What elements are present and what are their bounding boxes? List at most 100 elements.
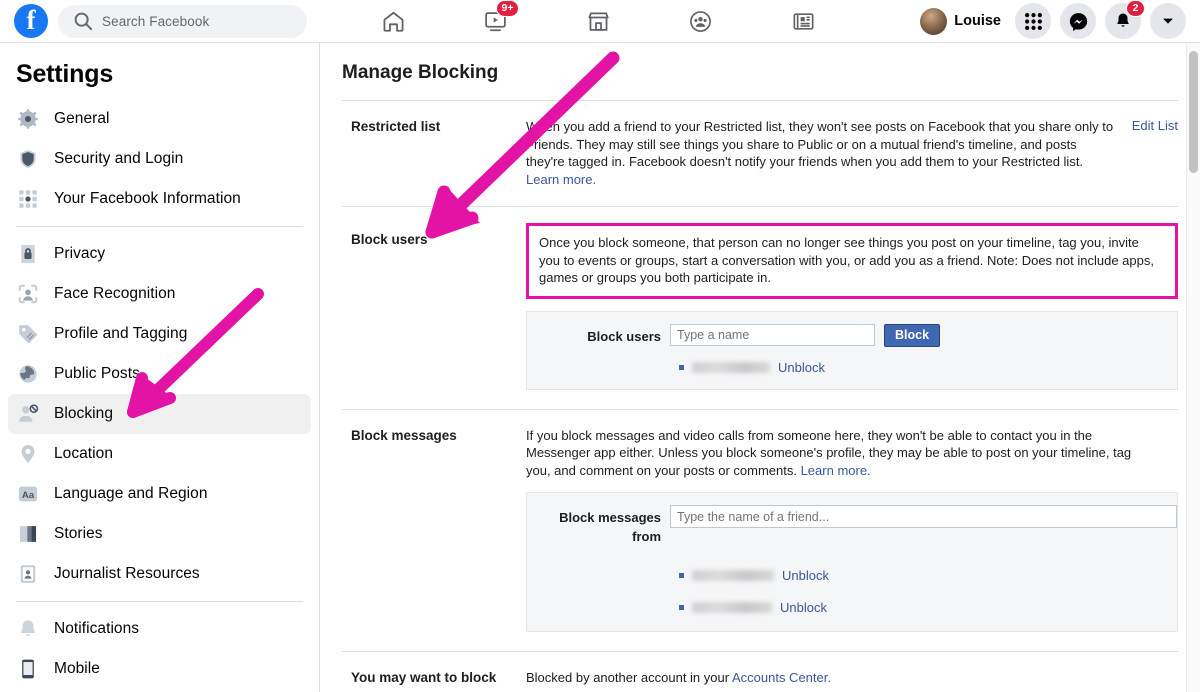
- sidebar-item-security-and-login[interactable]: Security and Login: [8, 139, 311, 179]
- avatar: [920, 7, 948, 35]
- aa-icon: Aa: [18, 486, 38, 502]
- sidebar-item-label: Notifications: [54, 620, 140, 637]
- face-scan-icon: [18, 284, 38, 304]
- sidebar-item-general[interactable]: General: [8, 99, 311, 139]
- gear-icon: [18, 109, 38, 129]
- restricted-list-learn-more-link[interactable]: Learn more.: [526, 172, 596, 187]
- top-navigation-bar: Search Facebook 9+: [0, 0, 1200, 43]
- scrollbar-thumb[interactable]: [1189, 51, 1198, 173]
- sidebar-item-mobile[interactable]: Mobile: [8, 649, 311, 689]
- marketplace-glyph: [587, 11, 609, 31]
- search-input[interactable]: Search Facebook: [58, 4, 307, 38]
- marketplace-icon[interactable]: [581, 5, 615, 37]
- sidebar-title: Settings: [16, 60, 114, 88]
- sidebar-item-your-facebook-information[interactable]: Your Facebook Information: [8, 179, 311, 219]
- menu-grid-icon[interactable]: [1015, 3, 1051, 39]
- sidebar-item-location[interactable]: Location: [8, 434, 311, 474]
- nav-left-group: Search Facebook: [0, 4, 330, 38]
- sidebar-item-label: Mobile: [54, 660, 100, 677]
- unblock-link[interactable]: Unblock: [782, 568, 829, 583]
- sidebar-item-label: Face Recognition: [54, 285, 176, 302]
- sidebar-item-language-and-region[interactable]: Aa Language and Region: [8, 474, 311, 514]
- sidebar-item-label: Stories: [54, 525, 103, 542]
- profile-chip[interactable]: Louise: [920, 7, 1001, 35]
- restricted-list-description-text: When you add a friend to your Restricted…: [526, 119, 1114, 169]
- lock-icon: [21, 244, 35, 264]
- bell-icon: [20, 620, 36, 637]
- home-glyph: [383, 11, 403, 32]
- sidebar-item-label: Language and Region: [54, 485, 208, 502]
- block-messages-field-row: Block messages from: [527, 505, 1177, 546]
- sidebar-item-notifications[interactable]: Notifications: [8, 609, 311, 649]
- block-messages-description: If you block messages and video calls fr…: [526, 427, 1178, 480]
- press-badge-icon: [20, 565, 36, 583]
- blocked-user-name-redacted: [692, 361, 770, 373]
- block-messages-input[interactable]: [670, 505, 1177, 528]
- section-label: Restricted list: [351, 119, 441, 134]
- block-users-description: Once you block someone, that person can …: [539, 235, 1154, 285]
- sidebar-group-account: General Security and Login Your Facebook…: [0, 99, 319, 219]
- nav-right-group: Louise 2: [920, 0, 1200, 39]
- sidebar-item-journalist-resources[interactable]: Journalist Resources: [8, 554, 311, 594]
- groups-icon[interactable]: [684, 5, 718, 37]
- menu-grid-glyph: [1024, 12, 1042, 30]
- page-title: Manage Blocking: [342, 62, 499, 83]
- sidebar-item-stories[interactable]: Stories: [8, 514, 311, 554]
- sidebar-item-label: Security and Login: [54, 150, 184, 167]
- sidebar-item-label: Profile and Tagging: [54, 325, 188, 342]
- nav-center-group: 9+: [348, 0, 848, 37]
- sidebar-divider-2: [16, 601, 303, 602]
- block-users-input[interactable]: [670, 323, 875, 346]
- watch-icon[interactable]: 9+: [479, 0, 520, 37]
- sidebar-item-blocking[interactable]: Blocking: [8, 394, 311, 434]
- account-chevron-icon[interactable]: [1150, 3, 1186, 39]
- unblock-link[interactable]: Unblock: [780, 600, 827, 615]
- sidebar-item-face-recognition[interactable]: Face Recognition: [8, 274, 311, 314]
- facebook-logo[interactable]: [14, 4, 48, 38]
- globe-icon: [19, 365, 37, 383]
- blocked-message-entry: Unblock: [527, 568, 1177, 583]
- sidebar-item-label: Public Posts: [54, 365, 140, 382]
- block-users-field-row: Block users Block: [527, 323, 1177, 347]
- block-messages-learn-more-link[interactable]: Learn more.: [801, 463, 871, 478]
- grid-dots-icon: [19, 190, 37, 208]
- news-glyph: [793, 12, 814, 30]
- main-content: Manage Blocking Restricted list When you…: [320, 43, 1200, 692]
- pin-icon: [21, 445, 35, 463]
- sidebar-item-privacy[interactable]: Privacy: [8, 234, 311, 274]
- profile-name: Louise: [954, 13, 1001, 29]
- news-icon[interactable]: [786, 5, 820, 37]
- you-may-want-to-block-text: Blocked by another account in your: [526, 670, 732, 685]
- bullet-icon: [679, 364, 684, 370]
- block-users-highlight-box: Once you block someone, that person can …: [526, 223, 1178, 299]
- section-you-may-want-to-block: You may want to block Blocked by another…: [342, 651, 1178, 692]
- bullet-icon: [679, 573, 684, 578]
- restricted-list-description: When you add a friend to your Restricted…: [526, 118, 1132, 188]
- sidebar-item-public-posts[interactable]: Public Posts: [8, 354, 311, 394]
- block-messages-field-label: Block messages from: [559, 510, 661, 544]
- section-block-messages: Block messages If you block messages and…: [342, 408, 1178, 632]
- notifications-badge: 2: [1126, 0, 1145, 17]
- blocked-user-entry: Unblock: [527, 360, 1177, 375]
- edit-list-link[interactable]: Edit List: [1132, 118, 1178, 133]
- sidebar-item-label: Location: [54, 445, 114, 462]
- section-restricted-list: Restricted list When you add a friend to…: [342, 100, 1178, 206]
- messenger-icon[interactable]: [1060, 3, 1096, 39]
- notifications-bell-icon[interactable]: 2: [1105, 0, 1145, 39]
- sidebar-item-profile-and-tagging[interactable]: Profile and Tagging: [8, 314, 311, 354]
- unblock-link[interactable]: Unblock: [778, 360, 825, 375]
- sidebar-divider-1: [16, 226, 303, 227]
- block-button[interactable]: Block: [884, 323, 941, 347]
- watch-badge: 9+: [495, 0, 520, 17]
- home-icon[interactable]: [376, 5, 410, 37]
- sidebar-item-label: General: [54, 110, 110, 127]
- sidebar-item-label: Journalist Resources: [54, 565, 200, 582]
- blocked-message-name-redacted: [692, 570, 774, 581]
- messenger-glyph: [1069, 12, 1087, 31]
- book-icon: [19, 526, 37, 542]
- search-icon: [74, 12, 93, 31]
- vertical-scrollbar[interactable]: [1186, 43, 1200, 692]
- accounts-center-link[interactable]: Accounts Center.: [732, 670, 831, 685]
- block-users-field-label: Block users: [587, 328, 661, 344]
- section-label: Block users: [351, 232, 428, 247]
